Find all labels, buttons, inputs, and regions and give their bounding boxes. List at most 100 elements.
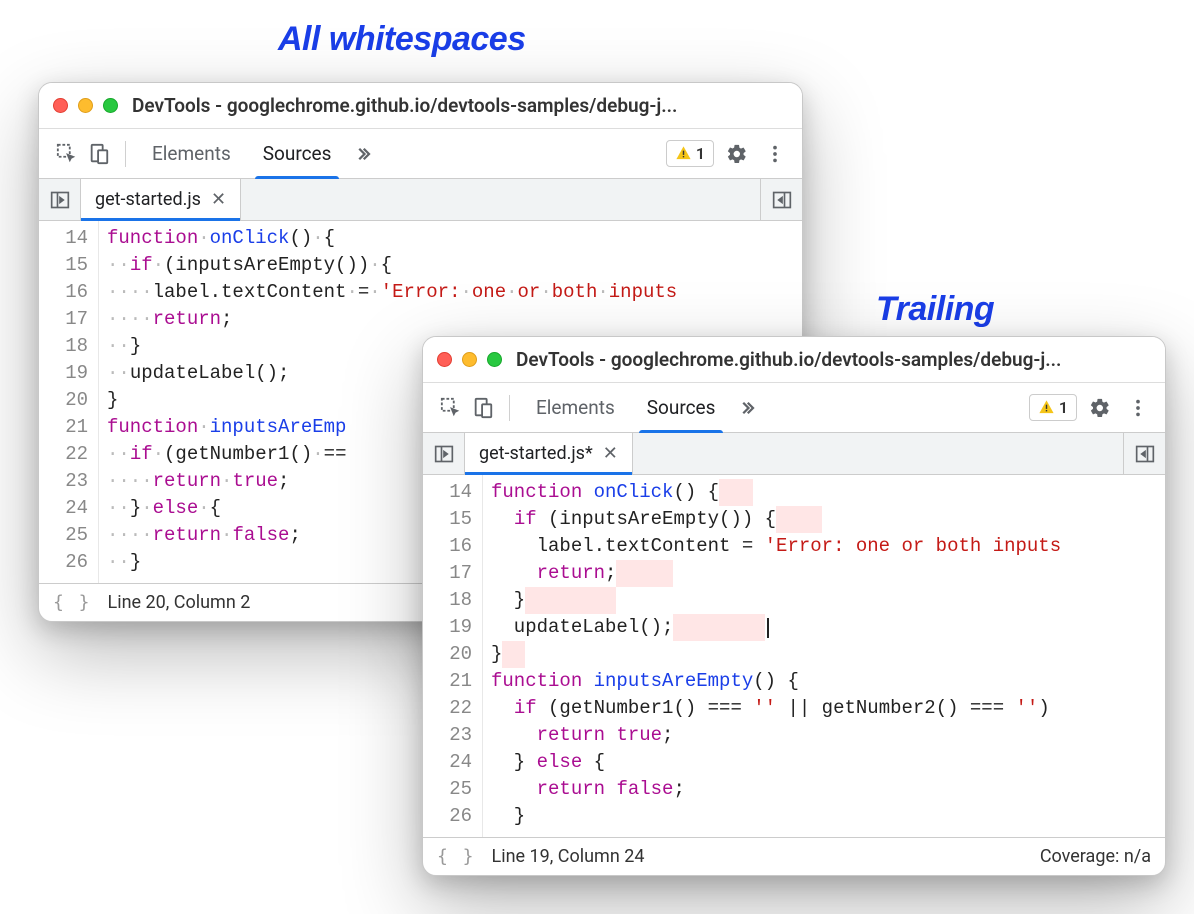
- line-number[interactable]: 21: [423, 668, 472, 695]
- coverage-status: Coverage: n/a: [1040, 846, 1151, 867]
- code-line[interactable]: updateLabel();: [491, 614, 1165, 641]
- line-number[interactable]: 18: [423, 587, 472, 614]
- minimize-window-button[interactable]: [78, 98, 93, 113]
- code-line[interactable]: function onClick() {: [491, 479, 1165, 506]
- device-toolbar-icon[interactable]: [83, 138, 115, 170]
- token-kw: function: [491, 479, 582, 506]
- code-line[interactable]: ····return;: [107, 306, 802, 333]
- minimize-window-button[interactable]: [462, 352, 477, 367]
- code-line[interactable]: label.textContent = 'Error: one or both …: [491, 533, 1165, 560]
- token-kw: else: [153, 495, 199, 522]
- file-tab[interactable]: get-started.js ✕: [81, 179, 241, 220]
- code-editor-2[interactable]: 14151617181920212223242526 function onCl…: [423, 475, 1165, 837]
- token-kw: return: [153, 522, 221, 549]
- inspect-element-icon[interactable]: [435, 392, 467, 424]
- code-line[interactable]: function·onClick()·{: [107, 225, 802, 252]
- code-line[interactable]: }: [491, 641, 1165, 668]
- token-kw: return: [537, 776, 605, 803]
- line-number[interactable]: 21: [39, 414, 88, 441]
- pretty-print-icon[interactable]: { }: [53, 592, 92, 613]
- more-options-icon[interactable]: [1123, 397, 1153, 419]
- line-number[interactable]: 22: [39, 441, 88, 468]
- code-line[interactable]: ····label.textContent·=·'Error:·one·or·b…: [107, 279, 802, 306]
- file-tab[interactable]: get-started.js* ✕: [465, 433, 633, 474]
- token-ws: ·: [198, 225, 209, 252]
- line-number[interactable]: 19: [39, 360, 88, 387]
- line-number[interactable]: 24: [39, 495, 88, 522]
- line-number[interactable]: 17: [423, 560, 472, 587]
- tab-sources[interactable]: Sources: [247, 129, 348, 178]
- token-ws: ·: [461, 279, 472, 306]
- navigator-toggle-icon[interactable]: [39, 179, 81, 220]
- token-txt: [491, 560, 537, 587]
- issues-badge[interactable]: 1: [666, 140, 714, 167]
- code-line[interactable]: } else {: [491, 749, 1165, 776]
- line-number[interactable]: 19: [423, 614, 472, 641]
- code-line[interactable]: function inputsAreEmpty() {: [491, 668, 1165, 695]
- line-number[interactable]: 26: [423, 803, 472, 830]
- line-gutter: 14151617181920212223242526: [423, 475, 483, 837]
- code-line[interactable]: return true;: [491, 722, 1165, 749]
- tab-elements[interactable]: Elements: [520, 383, 631, 432]
- line-number[interactable]: 26: [39, 549, 88, 576]
- titlebar[interactable]: DevTools - googlechrome.github.io/devtoo…: [423, 337, 1165, 383]
- navigator-toggle-icon[interactable]: [423, 433, 465, 474]
- close-window-button[interactable]: [437, 352, 452, 367]
- token-txt: }: [491, 749, 537, 776]
- code-line[interactable]: }: [491, 587, 1165, 614]
- line-number[interactable]: 18: [39, 333, 88, 360]
- code-line[interactable]: return false;: [491, 776, 1165, 803]
- more-tabs-icon[interactable]: [347, 145, 379, 163]
- line-number[interactable]: 16: [423, 533, 472, 560]
- close-window-button[interactable]: [53, 98, 68, 113]
- line-number[interactable]: 23: [423, 722, 472, 749]
- line-number[interactable]: 25: [39, 522, 88, 549]
- line-number[interactable]: 15: [39, 252, 88, 279]
- token-ws: ·: [506, 279, 517, 306]
- maximize-window-button[interactable]: [103, 98, 118, 113]
- line-number[interactable]: 20: [39, 387, 88, 414]
- line-number[interactable]: 23: [39, 468, 88, 495]
- token-ws: ·: [198, 495, 209, 522]
- code-line[interactable]: }: [491, 803, 1165, 830]
- token-txt: label.textContent: [153, 279, 347, 306]
- issues-badge[interactable]: 1: [1029, 394, 1077, 421]
- settings-icon[interactable]: [722, 143, 752, 165]
- line-number[interactable]: 20: [423, 641, 472, 668]
- tab-sources[interactable]: Sources: [631, 383, 732, 432]
- token-bool: false: [232, 522, 289, 549]
- line-number[interactable]: 15: [423, 506, 472, 533]
- line-number[interactable]: 24: [423, 749, 472, 776]
- line-number[interactable]: 14: [39, 225, 88, 252]
- code-content[interactable]: function onClick() { if (inputsAreEmpty(…: [483, 475, 1165, 837]
- line-number[interactable]: 17: [39, 306, 88, 333]
- code-line[interactable]: if (getNumber1() === '' || getNumber2() …: [491, 695, 1165, 722]
- devtools-toolbar: Elements Sources 1: [39, 129, 802, 179]
- close-tab-icon[interactable]: ✕: [603, 443, 618, 464]
- maximize-window-button[interactable]: [487, 352, 502, 367]
- token-txt: }: [491, 587, 525, 614]
- token-ws: ··: [107, 333, 130, 360]
- inspect-element-icon[interactable]: [51, 138, 83, 170]
- settings-icon[interactable]: [1085, 397, 1115, 419]
- token-txt: ;: [662, 722, 673, 749]
- tab-elements[interactable]: Elements: [136, 129, 247, 178]
- line-number[interactable]: 16: [39, 279, 88, 306]
- titlebar[interactable]: DevTools - googlechrome.github.io/devtoo…: [39, 83, 802, 129]
- device-toolbar-icon[interactable]: [467, 392, 499, 424]
- more-options-icon[interactable]: [760, 143, 790, 165]
- code-line[interactable]: return;: [491, 560, 1165, 587]
- line-number[interactable]: 14: [423, 479, 472, 506]
- line-number[interactable]: 22: [423, 695, 472, 722]
- close-tab-icon[interactable]: ✕: [211, 189, 226, 210]
- token-txt: () {: [673, 479, 719, 506]
- debugger-toggle-icon[interactable]: [1123, 433, 1165, 474]
- code-line[interactable]: ··if·(inputsAreEmpty())·{: [107, 252, 802, 279]
- code-line[interactable]: if (inputsAreEmpty()) {: [491, 506, 1165, 533]
- pretty-print-icon[interactable]: { }: [437, 846, 476, 867]
- more-tabs-icon[interactable]: [731, 399, 763, 417]
- file-tab-label: get-started.js*: [479, 443, 593, 464]
- line-number[interactable]: 25: [423, 776, 472, 803]
- debugger-toggle-icon[interactable]: [760, 179, 802, 220]
- token-txt: ): [1038, 695, 1049, 722]
